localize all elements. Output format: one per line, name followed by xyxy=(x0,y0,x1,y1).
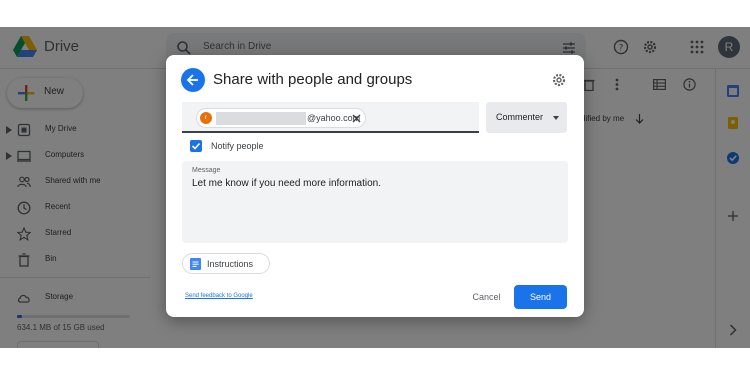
chevron-down-icon xyxy=(553,116,559,120)
notify-checkbox[interactable] xyxy=(190,140,202,152)
checkmark-icon xyxy=(191,142,201,150)
recipient-avatar: r xyxy=(200,112,212,124)
arrow-left-icon xyxy=(186,74,198,86)
instructions-label: Instructions xyxy=(207,259,254,269)
role-dropdown[interactable]: Commenter xyxy=(486,102,567,133)
recipient-chip[interactable]: r @yahoo.com xyxy=(196,108,366,128)
send-button[interactable]: Send xyxy=(514,285,567,309)
document-icon xyxy=(190,258,201,270)
recipient-input[interactable]: r @yahoo.com xyxy=(182,102,479,133)
message-text[interactable]: Let me know if you need more information… xyxy=(192,178,381,189)
share-dialog: Share with people and groups r @yahoo.co… xyxy=(166,55,584,317)
drive-window: Drive Search in Drive ? xyxy=(0,27,750,348)
message-field[interactable]: Message Let me know if you need more inf… xyxy=(182,161,568,243)
instructions-button[interactable]: Instructions xyxy=(182,253,270,274)
share-settings-icon[interactable] xyxy=(551,72,567,88)
back-button[interactable] xyxy=(181,68,205,92)
send-feedback-link[interactable]: Send feedback to Google xyxy=(185,293,253,299)
cancel-button[interactable]: Cancel xyxy=(464,287,509,307)
notify-label: Notify people xyxy=(211,141,264,151)
close-icon[interactable] xyxy=(352,114,361,123)
redacted-email xyxy=(216,112,306,125)
role-label: Commenter xyxy=(496,112,544,122)
dialog-title: Share with people and groups xyxy=(213,71,413,88)
message-label: Message xyxy=(192,167,221,174)
